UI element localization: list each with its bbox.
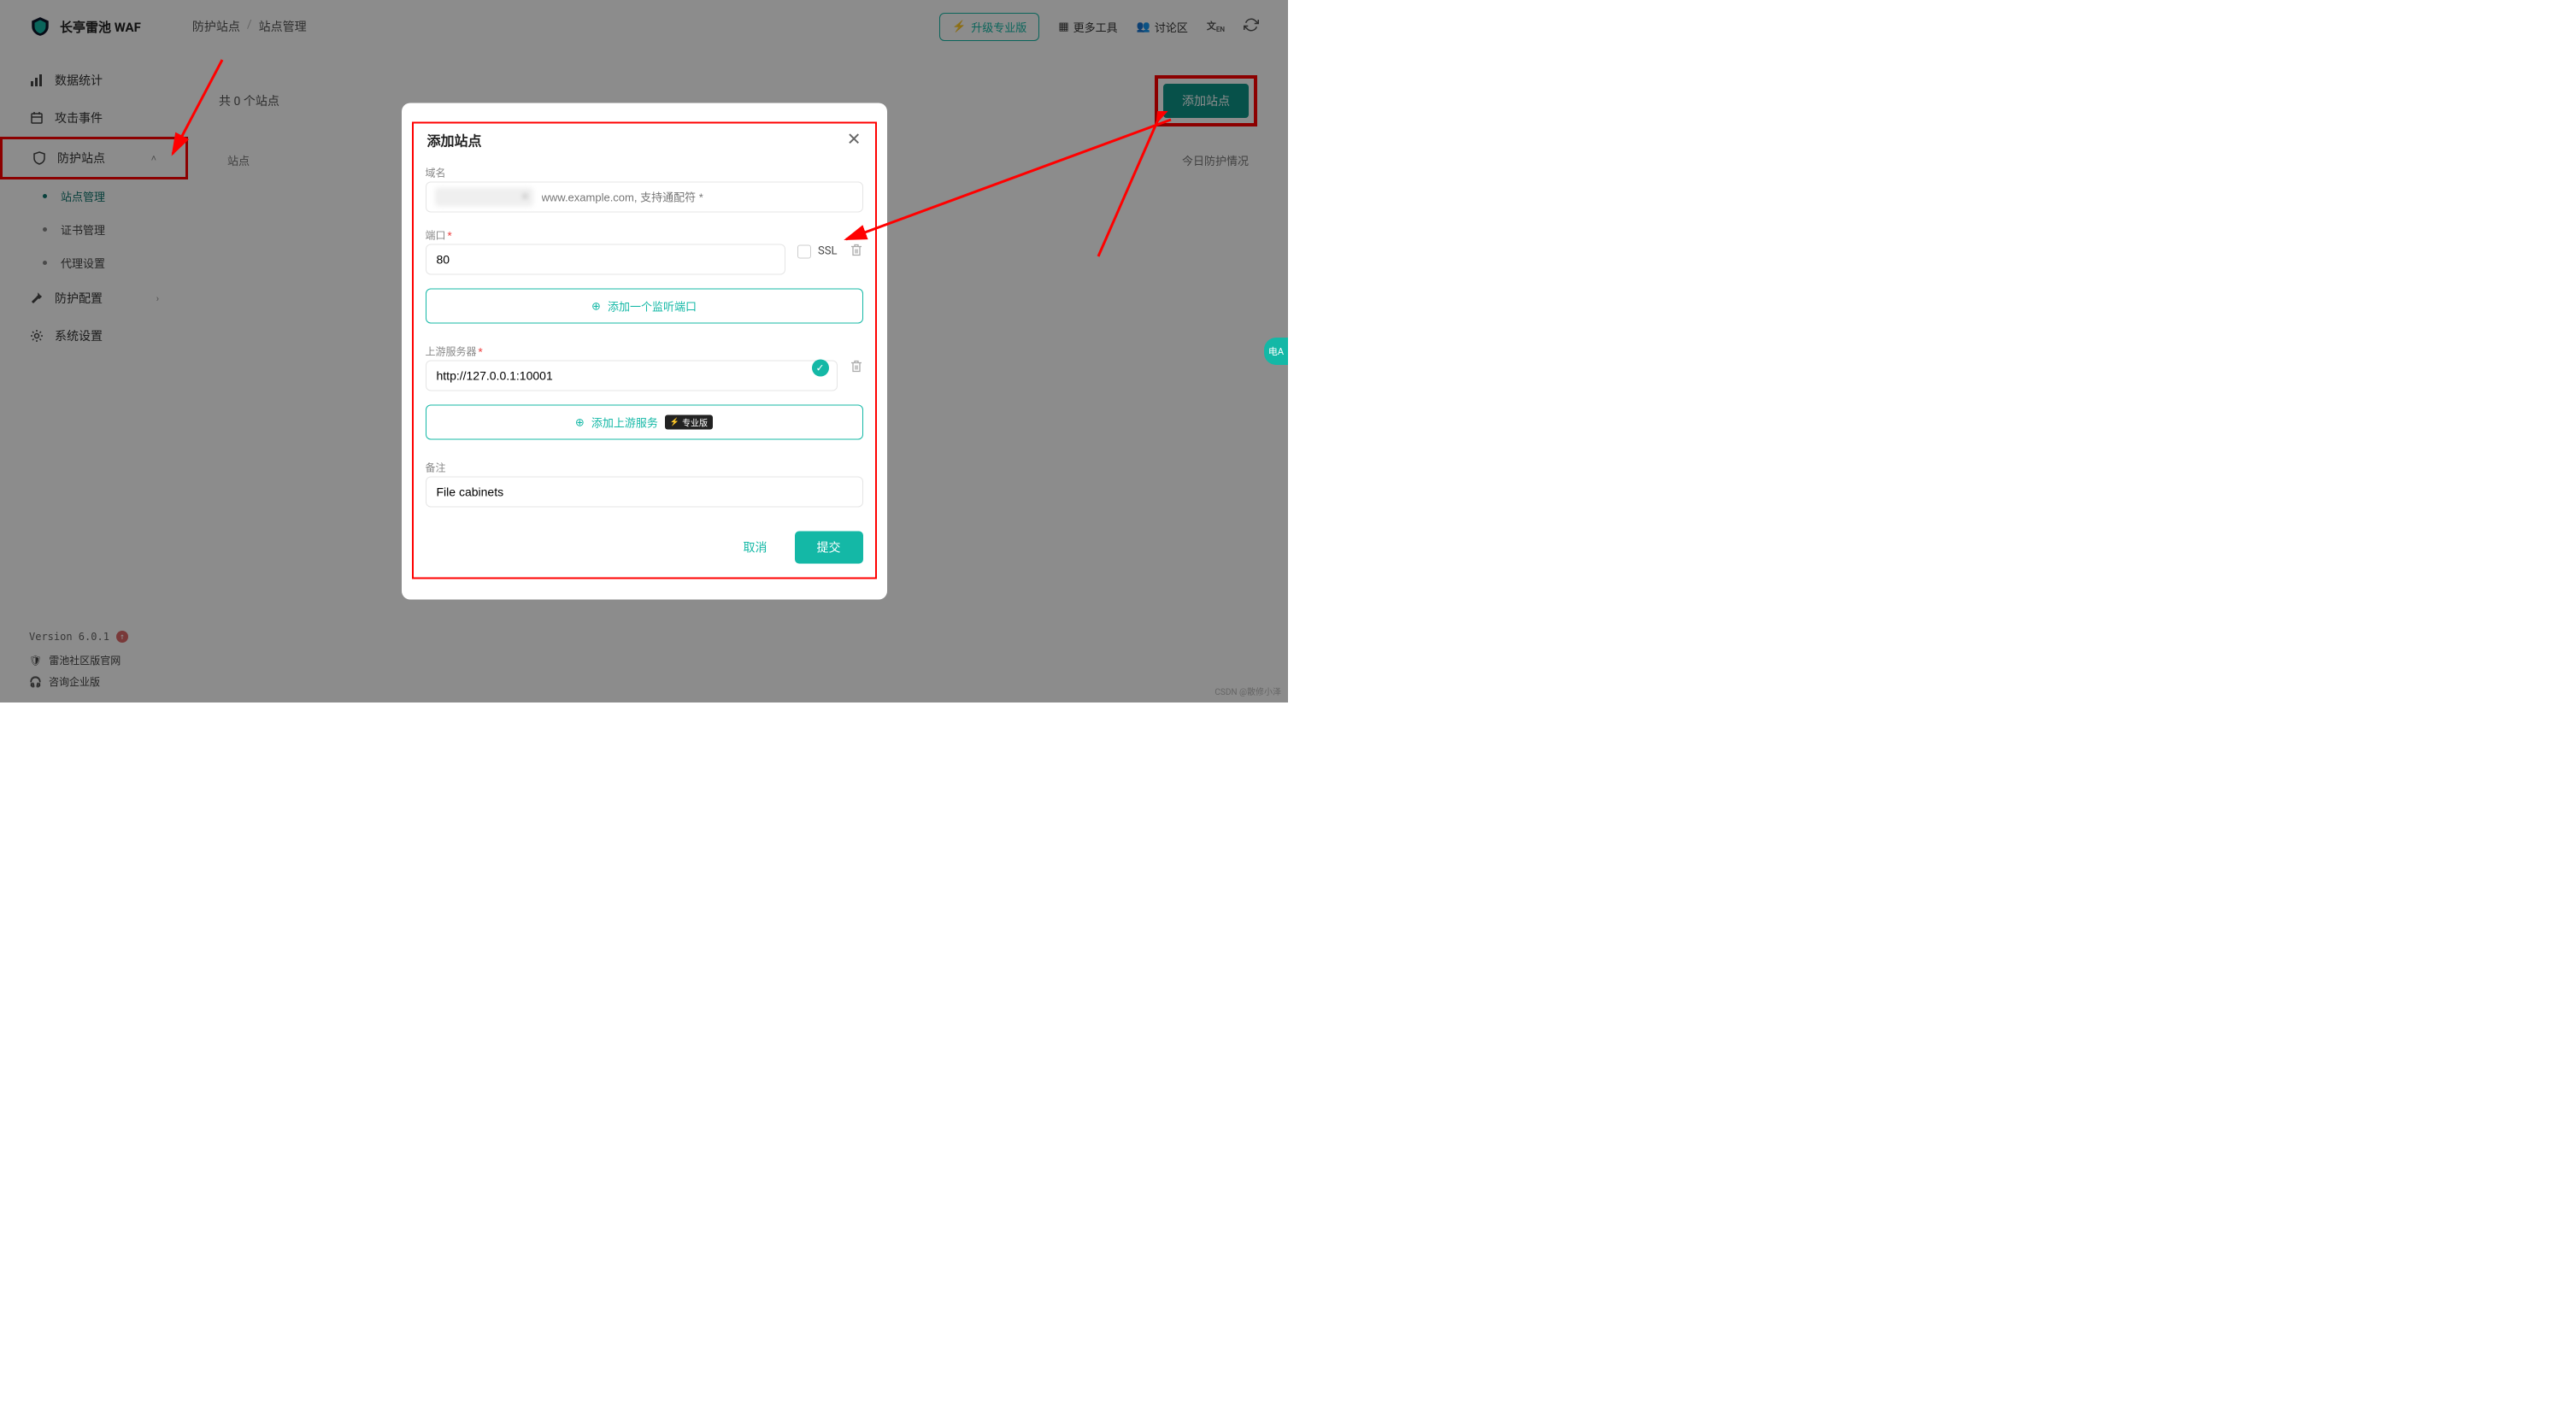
modal-actions: 取消 提交: [426, 532, 863, 564]
domain-label: 域名: [426, 166, 863, 180]
remark-field: 备注: [426, 461, 863, 508]
plus-circle-icon: ⊕: [575, 415, 585, 429]
ssl-label: SSL: [818, 245, 837, 258]
remark-label: 备注: [426, 461, 863, 475]
port-label: 端口*: [426, 228, 786, 243]
pro-badge: 专业版: [665, 415, 713, 430]
remark-input[interactable]: [426, 477, 863, 508]
upstream-input[interactable]: [426, 361, 838, 391]
cancel-button[interactable]: 取消: [728, 532, 783, 564]
upstream-row: 上游服务器* ✓: [426, 344, 863, 391]
delete-port-icon[interactable]: [850, 243, 863, 260]
domain-field: 域名 ████×: [426, 166, 863, 213]
ssl-checkbox[interactable]: [797, 244, 811, 258]
domain-input-wrap[interactable]: ████×: [426, 182, 863, 213]
modal-header: 添加站点 ✕: [426, 124, 863, 166]
port-input[interactable]: [426, 244, 786, 275]
add-site-modal: 添加站点 ✕ 域名 ████× 端口* SSL: [402, 103, 887, 600]
submit-button[interactable]: 提交: [795, 532, 863, 564]
domain-chip[interactable]: ████×: [435, 188, 533, 207]
plus-circle-icon: ⊕: [591, 299, 601, 313]
side-assist-widget[interactable]: 电A: [1264, 338, 1288, 365]
port-row: 端口* SSL: [426, 228, 863, 275]
close-button[interactable]: ✕: [847, 129, 862, 150]
chip-remove-icon[interactable]: ×: [522, 191, 527, 203]
add-port-button[interactable]: ⊕ 添加一个监听端口: [426, 289, 863, 324]
add-upstream-button[interactable]: ⊕ 添加上游服务 专业版: [426, 405, 863, 440]
modal-title: 添加站点: [427, 129, 482, 150]
domain-input[interactable]: [542, 191, 854, 203]
ssl-checkbox-wrap[interactable]: SSL: [797, 244, 837, 258]
delete-upstream-icon[interactable]: [850, 359, 863, 376]
check-icon: ✓: [812, 359, 829, 376]
upstream-label: 上游服务器*: [426, 344, 838, 359]
